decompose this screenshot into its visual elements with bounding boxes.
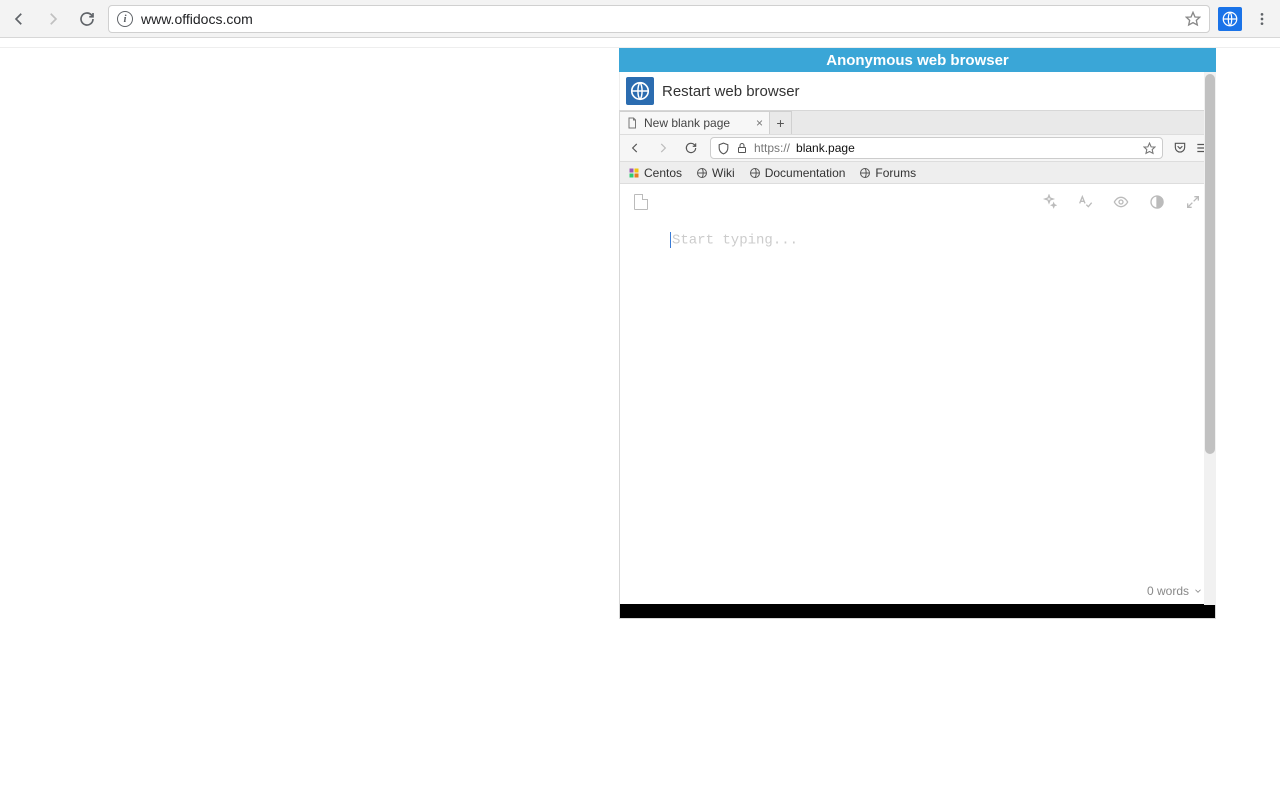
anon-title-bar: Anonymous web browser xyxy=(619,48,1216,72)
editor-topbar xyxy=(620,184,1215,220)
site-info-icon[interactable]: i xyxy=(117,11,133,27)
chrome-menu-icon[interactable] xyxy=(1250,7,1274,31)
bookmark-label: Wiki xyxy=(712,166,735,180)
page-body: Anonymous web browser Restart web browse… xyxy=(0,48,1280,800)
globe-icon xyxy=(696,167,708,179)
bookmark-wiki[interactable]: Wiki xyxy=(696,166,735,180)
bookmark-centos[interactable]: Centos xyxy=(628,166,682,180)
inner-page-content: Start typing... 0 words xyxy=(620,184,1215,604)
inner-back-button[interactable] xyxy=(626,139,644,157)
globe-icon xyxy=(749,167,761,179)
bookmark-label: Documentation xyxy=(765,166,846,180)
reload-button[interactable] xyxy=(74,6,100,32)
sparkle-icon[interactable] xyxy=(1041,194,1057,210)
lock-icon xyxy=(736,142,748,154)
bookmark-documentation[interactable]: Documentation xyxy=(749,166,846,180)
restart-browser-link[interactable]: Restart web browser xyxy=(662,83,800,100)
globe-icon xyxy=(859,167,871,179)
tab-close-icon[interactable]: × xyxy=(756,116,763,130)
inner-tabstrip: New blank page × + xyxy=(620,111,1215,134)
anon-header: Restart web browser xyxy=(619,72,1216,110)
inner-tab-label: New blank page xyxy=(644,116,730,130)
word-count-text: 0 words xyxy=(1147,584,1189,598)
back-button[interactable] xyxy=(6,6,32,32)
editor-placeholder: Start typing... xyxy=(672,233,798,249)
inner-tab[interactable]: New blank page × xyxy=(620,111,770,134)
inner-browser: New blank page × + https://bla xyxy=(619,110,1216,619)
url-protocol: https:// xyxy=(754,141,790,155)
document-icon xyxy=(626,116,638,130)
inner-footer-bar xyxy=(620,604,1215,618)
chevron-down-icon xyxy=(1193,586,1203,596)
bookmarks-bar: Centos Wiki Documentation Forums xyxy=(620,162,1215,184)
new-tab-button[interactable]: + xyxy=(770,111,792,134)
centos-icon xyxy=(628,167,640,179)
pocket-icon[interactable] xyxy=(1173,141,1187,155)
bookmark-star-icon[interactable] xyxy=(1185,11,1201,27)
anonymous-browser-widget: Anonymous web browser Restart web browse… xyxy=(619,48,1216,619)
editor-textarea[interactable]: Start typing... xyxy=(670,232,1195,249)
extension-globe-icon[interactable] xyxy=(1218,7,1242,31)
anon-globe-icon[interactable] xyxy=(626,77,654,105)
bookmark-label: Centos xyxy=(644,166,682,180)
anon-scrollbar-thumb[interactable] xyxy=(1205,74,1215,454)
bookmark-forums[interactable]: Forums xyxy=(859,166,916,180)
anon-title-text: Anonymous web browser xyxy=(826,52,1009,69)
forward-button[interactable] xyxy=(40,6,66,32)
anon-scrollbar[interactable] xyxy=(1204,72,1216,605)
text-cursor xyxy=(670,232,671,248)
inner-reload-button[interactable] xyxy=(682,139,700,157)
inner-bookmark-star-icon[interactable] xyxy=(1143,142,1156,155)
inner-forward-button[interactable] xyxy=(654,139,672,157)
chrome-divider xyxy=(0,38,1280,48)
contrast-icon[interactable] xyxy=(1149,194,1165,210)
fullscreen-icon[interactable] xyxy=(1185,194,1201,210)
spellcheck-icon[interactable] xyxy=(1077,194,1093,210)
bookmark-label: Forums xyxy=(875,166,916,180)
shield-icon xyxy=(717,142,730,155)
chrome-toolbar: i www.offidocs.com xyxy=(0,0,1280,38)
url-host: blank.page xyxy=(796,141,855,155)
inner-address-bar[interactable]: https:// blank.page xyxy=(710,137,1163,159)
inner-toolbar: https:// blank.page xyxy=(620,134,1215,162)
document-icon[interactable] xyxy=(634,194,648,210)
word-count[interactable]: 0 words xyxy=(1147,584,1203,598)
url-text: www.offidocs.com xyxy=(141,11,1177,27)
eye-icon[interactable] xyxy=(1113,194,1129,210)
address-bar[interactable]: i www.offidocs.com xyxy=(108,5,1210,33)
